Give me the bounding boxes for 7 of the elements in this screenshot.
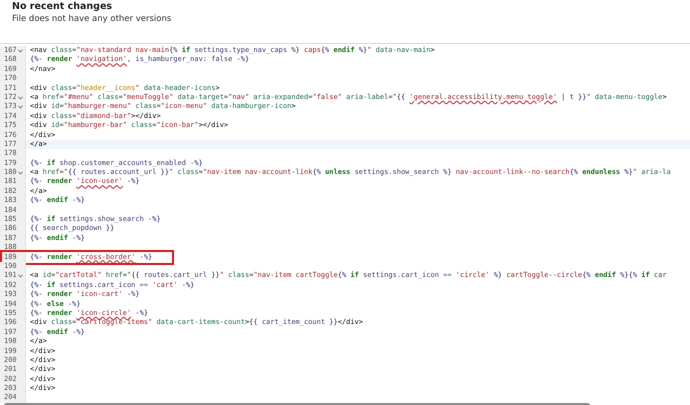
fold-chevron-icon[interactable] [18,48,23,53]
fold-chevron-icon[interactable] [18,105,23,110]
fold-chevron-icon[interactable] [18,274,23,278]
fold-chevron-icon[interactable] [18,96,23,100]
header-title: No recent changes [12,1,112,13]
fold-chevron-icon[interactable] [18,170,23,175]
header-subtitle: File does not have any other versions [12,14,172,25]
